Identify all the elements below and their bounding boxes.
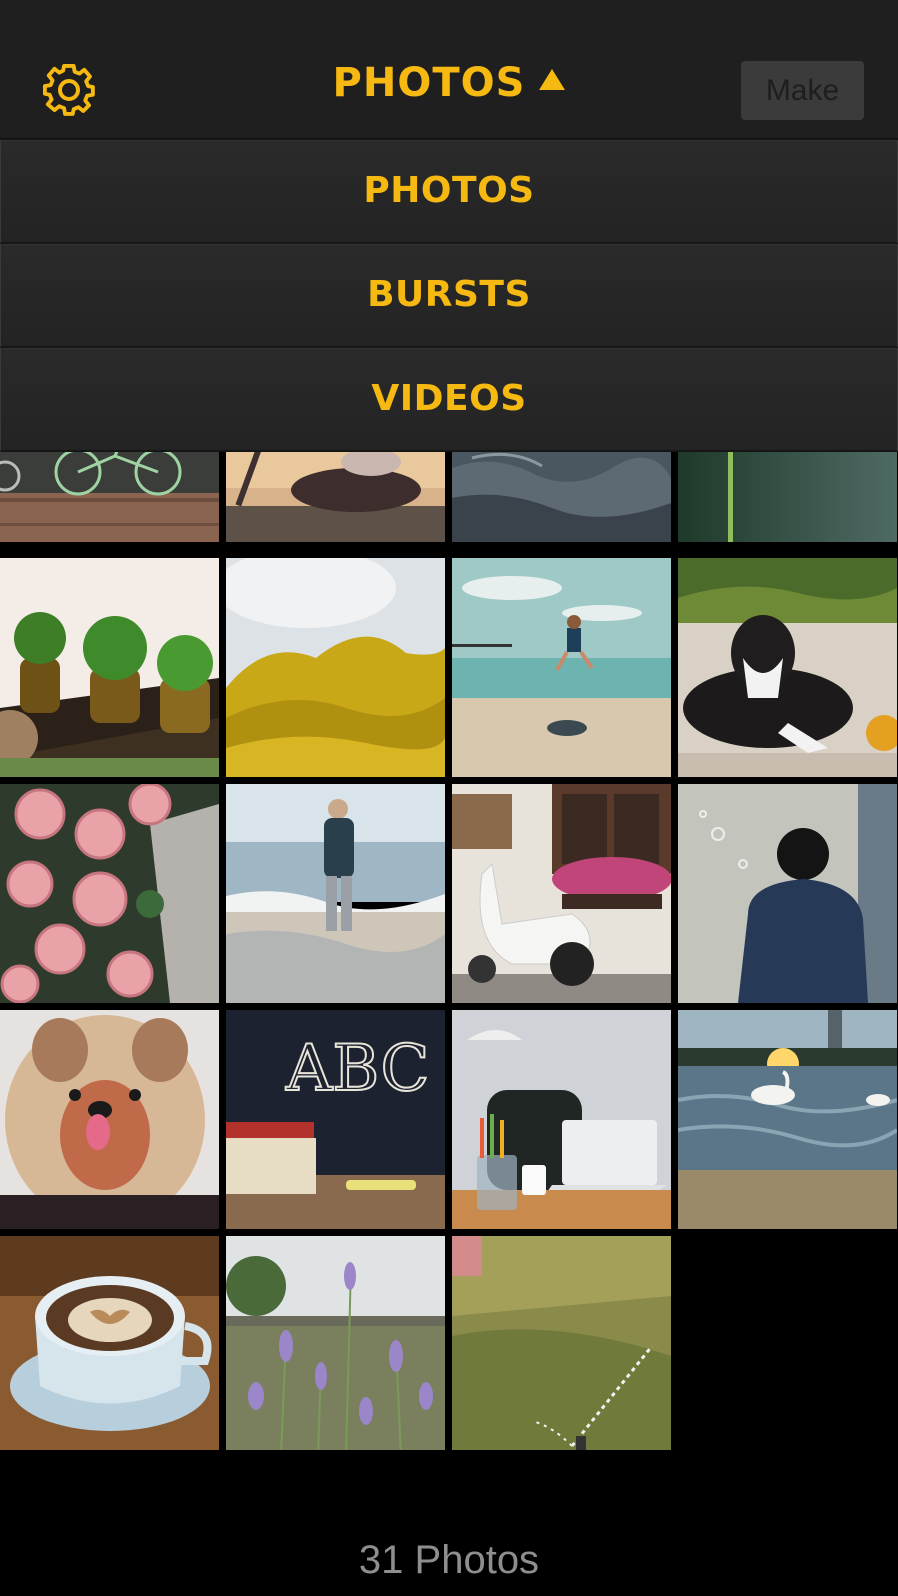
photo-count-label: 31 Photos [358, 1538, 540, 1582]
photo-thumbnail-swan-sunset[interactable] [678, 1010, 897, 1229]
make-button[interactable]: Make [741, 61, 864, 120]
photo-thumbnail-person-sitting[interactable] [226, 448, 445, 542]
photo-thumbnail-latte[interactable] [0, 1236, 219, 1455]
photo-thumbnail-scooter[interactable] [452, 784, 671, 1003]
photo-thumbnail-puppy-sand[interactable] [678, 558, 897, 777]
photo-thumbnail-yellow-shrub[interactable] [226, 558, 445, 777]
menu-item-photos[interactable]: PHOTOS [0, 140, 898, 244]
page-title: PHOTOS [332, 60, 526, 106]
photo-thumbnail-child-jumping-beach[interactable] [452, 558, 671, 777]
photo-thumbnail-boy-at-sea[interactable] [226, 784, 445, 1003]
photo-thumbnail-abc-chalkboard[interactable]: ABC [226, 1010, 445, 1229]
top-bar: PHOTOS Make [0, 0, 898, 140]
photo-thumbnail-water[interactable] [452, 448, 671, 542]
photo-thumbnail-plant-stem[interactable] [678, 448, 897, 542]
photo-thumbnail-pink-roses[interactable] [0, 784, 219, 1003]
triangle-up-icon [539, 69, 566, 90]
photo-thumbnail-child-bubbles[interactable] [678, 784, 897, 1003]
photo-picker-screen: ABC PHOTOS Make PHOTOS BURSTS VIDEOS 31 … [0, 0, 898, 1596]
menu-item-bursts[interactable]: BURSTS [0, 244, 898, 348]
photo-thumbnail-sprinkler-grass[interactable] [452, 1236, 671, 1455]
album-type-menu: PHOTOS BURSTS VIDEOS [0, 140, 898, 452]
svg-text:ABC: ABC [285, 1032, 429, 1106]
photo-thumbnail-dog[interactable] [0, 1010, 219, 1229]
photo-thumbnail-desk-laptop[interactable] [452, 1010, 671, 1229]
photo-thumbnail-lavender[interactable] [226, 1236, 445, 1455]
photo-thumbnail-bicycle[interactable] [0, 448, 219, 542]
menu-item-videos[interactable]: VIDEOS [0, 348, 898, 452]
photo-thumbnail-potted-plants[interactable] [0, 558, 219, 777]
